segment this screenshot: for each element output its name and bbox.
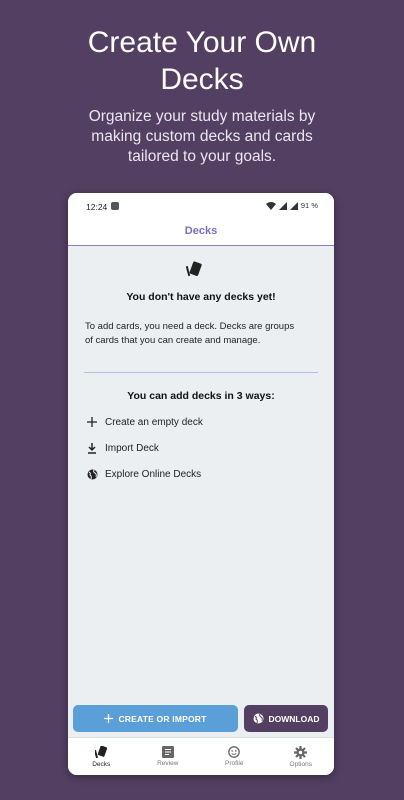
way-label: Create an empty deck [105, 416, 203, 428]
decks-icon [94, 745, 107, 758]
hero-subtitle-line2: making custom decks and cards [91, 128, 313, 145]
bottom-nav: Decks Review Profile Options [68, 737, 334, 775]
battery-level: 91 % [300, 201, 318, 210]
hero-title-line1: Create Your Own [87, 26, 317, 59]
signal-icon [278, 201, 287, 210]
download-button[interactable]: DOWNLOAD [244, 705, 328, 732]
create-or-import-label: CREATE OR IMPORT [118, 713, 207, 724]
download-icon [86, 442, 98, 454]
deck-cards-icon [186, 261, 202, 277]
nav-label: Decks [92, 760, 111, 768]
empty-state-text-line2: of cards that you can create and manage. [85, 335, 261, 346]
wifi-icon [265, 201, 276, 210]
gear-icon [294, 745, 308, 759]
hero-title: Create Your Own Decks [0, 24, 404, 98]
hero-subtitle: Organize your study materials by making … [20, 107, 384, 167]
nav-item-decks[interactable]: Decks [68, 738, 135, 775]
status-time: 12:24 [86, 202, 108, 212]
way-label: Explore Online Decks [105, 468, 202, 480]
plus-icon [86, 416, 98, 428]
download-label: DOWNLOAD [268, 713, 320, 724]
way-import-deck[interactable]: Import Deck [86, 442, 159, 454]
nav-item-options[interactable]: Options [268, 738, 335, 775]
empty-state-text: To add cards, you need a deck. Decks are… [85, 320, 317, 348]
way-explore-online-decks[interactable]: Explore Online Decks [86, 468, 201, 480]
nav-item-review[interactable]: Review [135, 738, 202, 775]
globe-icon [253, 713, 264, 724]
notification-icon [111, 202, 119, 210]
profile-icon [228, 746, 241, 758]
status-bar: 12:24 91 % [68, 193, 334, 218]
divider [84, 372, 318, 373]
nav-item-profile[interactable]: Profile [201, 738, 268, 775]
hero-subtitle-line3: tailored to your goals. [127, 148, 277, 165]
hero-title-line2: Decks [160, 63, 244, 96]
ways-title: You can add decks in 3 ways: [127, 390, 275, 402]
nav-label: Profile [225, 760, 244, 767]
empty-state-title: You don't have any decks yet! [126, 291, 276, 303]
nav-label: Options [289, 760, 312, 768]
plus-icon [104, 714, 114, 723]
app-bar-title: Decks [68, 218, 334, 246]
globe-icon [86, 468, 98, 480]
empty-state-text-line1: To add cards, you need a deck. Decks are… [85, 321, 295, 332]
status-icons: 91 % [265, 201, 318, 210]
hero-subtitle-line1: Organize your study materials by [88, 108, 316, 125]
create-or-import-button[interactable]: CREATE OR IMPORT [73, 705, 238, 732]
signal-icon-2 [289, 201, 298, 210]
way-label: Import Deck [105, 442, 159, 454]
review-icon [161, 746, 174, 758]
phone-screen: 12:24 91 % Decks You don't have any deck… [68, 193, 334, 775]
way-create-empty-deck[interactable]: Create an empty deck [86, 416, 203, 428]
nav-label: Review [157, 760, 179, 767]
